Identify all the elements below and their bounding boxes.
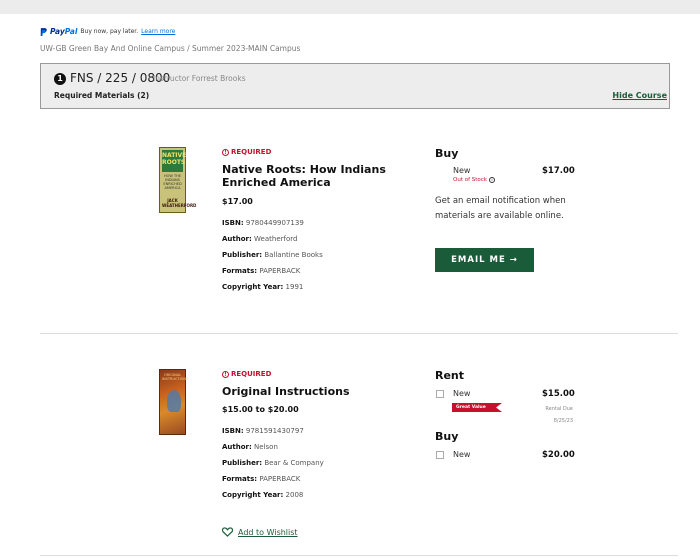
- author-row: Author: Weatherford: [222, 235, 298, 243]
- course-instructor: Instructor Forrest Brooks: [153, 74, 246, 83]
- copyright-row: Copyright Year: 1991: [222, 283, 304, 291]
- publisher-row: Publisher: Bear & Company: [222, 459, 324, 467]
- required-materials-count: Required Materials (2): [54, 91, 150, 100]
- cover-title: ORIGINAL INSTRUCTIONS: [162, 373, 189, 381]
- add-to-wishlist-link[interactable]: Add to Wishlist: [222, 527, 298, 537]
- copyright-row: Copyright Year: 2008: [222, 491, 304, 499]
- rent-option-new: New: [453, 389, 471, 398]
- buy-price: $20.00: [542, 450, 575, 460]
- out-of-stock-status: Out of Stock i: [453, 177, 495, 183]
- buy-option-new: New: [453, 166, 471, 175]
- book-details: ISBN: 9781591430797 Author: Nelson Publi…: [222, 423, 324, 503]
- buy-heading: Buy: [435, 430, 459, 443]
- course-header: 1 FNS / 225 / 0800 Instructor Forrest Br…: [40, 63, 670, 109]
- divider: [40, 333, 678, 334]
- heart-icon: [222, 527, 233, 537]
- great-value-tag: Great Value: [452, 403, 502, 412]
- isbn-row: ISBN: 9781591430797: [222, 427, 304, 435]
- author-row: Author: Nelson: [222, 443, 278, 451]
- course-number-badge: 1: [54, 73, 66, 85]
- buy-price: $17.00: [542, 166, 575, 176]
- required-badge: ! REQUIRED: [222, 148, 271, 156]
- publisher-row: Publisher: Ballantine Books: [222, 251, 323, 259]
- alert-circle-icon: !: [222, 148, 229, 156]
- cover-title-band: NATIVE ROOTS: [162, 150, 186, 172]
- rent-price: $15.00: [542, 389, 575, 399]
- alert-circle-icon: !: [222, 370, 229, 378]
- arrow-right-icon: →: [509, 255, 518, 265]
- book-title[interactable]: Original Instructions: [222, 385, 402, 398]
- top-bar: [0, 0, 700, 14]
- rental-due-info: Rental Due 8/25/23: [545, 406, 573, 424]
- book-cover-original-instructions[interactable]: ORIGINAL INSTRUCTIONS: [159, 369, 189, 435]
- required-badge: ! REQUIRED: [222, 370, 271, 378]
- isbn-row: ISBN: 9780449907139: [222, 219, 304, 227]
- info-icon[interactable]: i: [489, 177, 495, 183]
- cover-author: JACK WEATHERFORD: [162, 198, 197, 208]
- hide-course-link[interactable]: Hide Course: [612, 91, 667, 100]
- formats-row: Formats: PAPERBACK: [222, 267, 301, 275]
- campus-breadcrumb: UW-GB Green Bay And Online Campus / Summ…: [40, 44, 301, 53]
- paypal-learn-more-link[interactable]: Learn more: [141, 28, 175, 35]
- rent-heading: Rent: [435, 369, 465, 382]
- cover-illustration: [167, 390, 181, 412]
- divider: [40, 555, 678, 556]
- book-price: $17.00: [222, 197, 253, 206]
- cover-subtitle: HOW THE INDIANS ENRICHED AMERICA: [163, 174, 182, 190]
- paypal-tagline: Buy now, pay later.: [80, 28, 139, 35]
- paypal-wordmark: PayPal: [50, 27, 78, 36]
- email-notification-text: Get an email notification when materials…: [435, 196, 566, 221]
- rent-new-checkbox[interactable]: [436, 390, 444, 398]
- book-details: ISBN: 9780449907139 Author: Weatherford …: [222, 215, 323, 295]
- book-cover-native-roots[interactable]: NATIVE ROOTS HOW THE INDIANS ENRICHED AM…: [159, 147, 197, 213]
- book-price: $15.00 to $20.00: [222, 405, 299, 414]
- email-me-button[interactable]: EMAIL ME →: [435, 248, 534, 272]
- formats-row: Formats: PAPERBACK: [222, 475, 301, 483]
- buy-option-new: New: [453, 450, 471, 459]
- buy-heading: Buy: [435, 147, 459, 160]
- buy-new-checkbox[interactable]: [436, 451, 444, 459]
- book-title[interactable]: Native Roots: How Indians Enriched Ameri…: [222, 163, 402, 189]
- paypal-banner: PayPal Buy now, pay later. Learn more: [40, 27, 175, 36]
- paypal-logo-icon: [40, 27, 47, 36]
